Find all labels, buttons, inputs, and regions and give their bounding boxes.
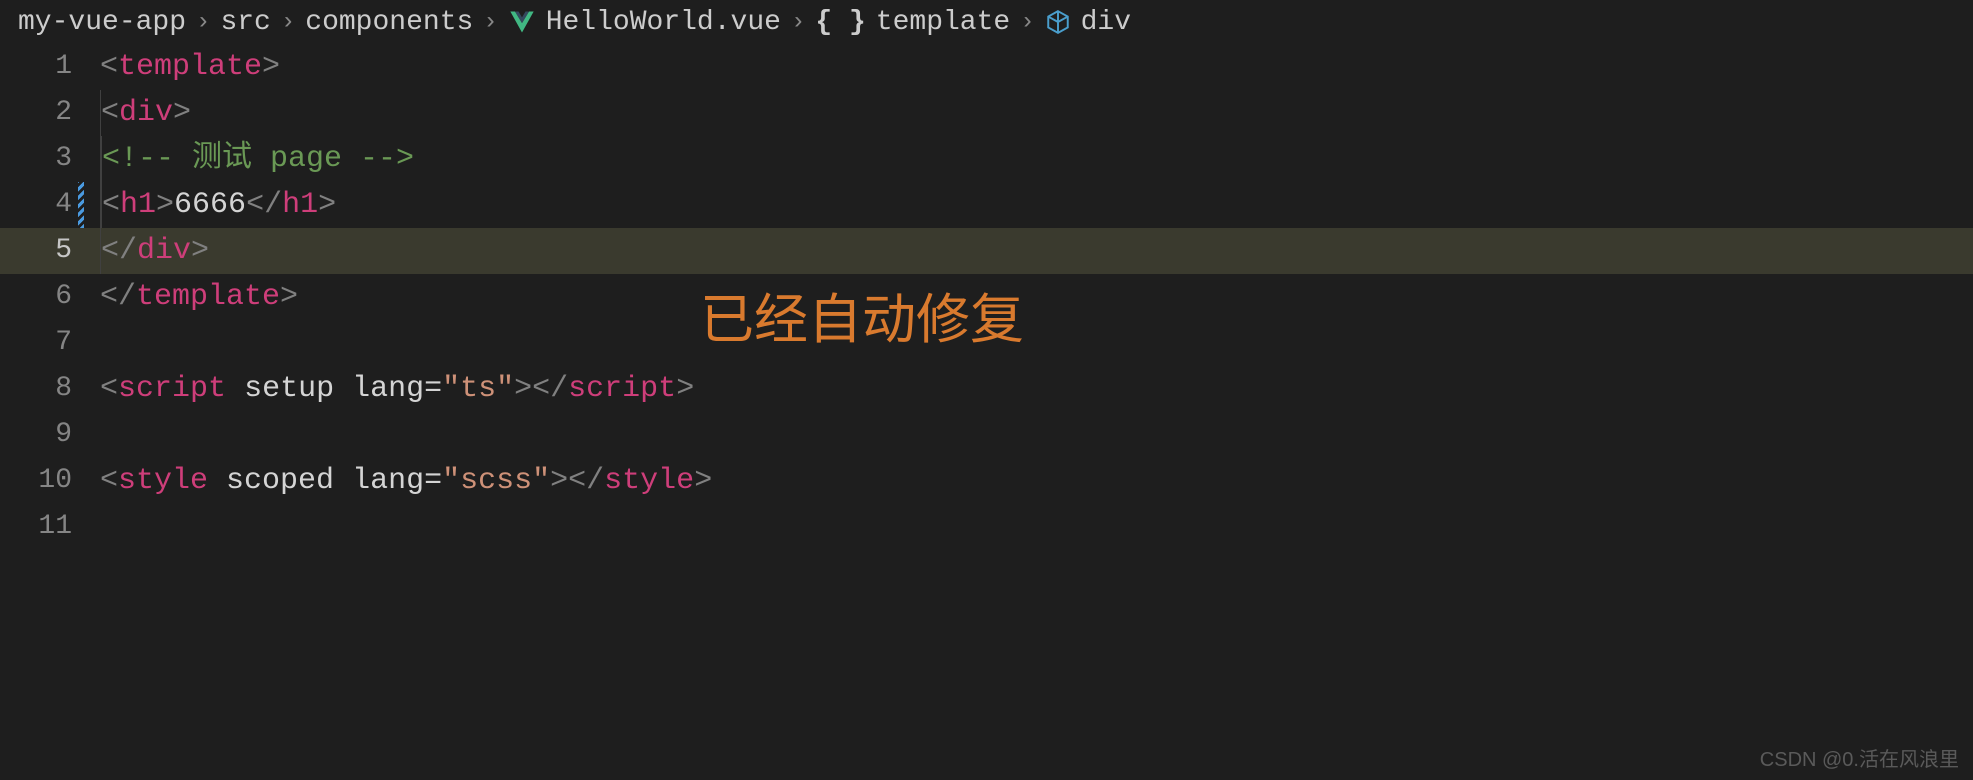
breadcrumb-item[interactable]: HelloWorld.vue (546, 7, 781, 38)
code-line-active[interactable]: 5 </div> (0, 228, 1973, 274)
line-number: 11 (0, 504, 100, 550)
chevron-right-icon: › (1020, 9, 1034, 36)
line-number: 5 (0, 228, 100, 274)
modified-indicator (78, 182, 84, 228)
code-content: <template> (100, 44, 280, 90)
code-content: <!-- 测试 page --> (100, 136, 414, 182)
code-line[interactable]: 3 <!-- 测试 page --> (0, 136, 1973, 182)
breadcrumb-item[interactable]: my-vue-app (18, 7, 186, 38)
code-content: </div> (100, 228, 209, 274)
code-line[interactable]: 4 <h1>6666</h1> (0, 182, 1973, 228)
line-number: 2 (0, 90, 100, 136)
line-number: 9 (0, 412, 100, 458)
line-number: 3 (0, 136, 100, 182)
watermark: CSDN @0.活在风浪里 (1760, 743, 1959, 772)
breadcrumb-item[interactable]: div (1081, 7, 1131, 38)
line-number: 1 (0, 44, 100, 90)
line-number: 4 (0, 182, 100, 228)
line-number: 8 (0, 366, 100, 412)
annotation-overlay: 已经自动修复 (700, 275, 1024, 354)
code-line[interactable]: 1 <template> (0, 44, 1973, 90)
vue-icon (508, 8, 536, 36)
chevron-right-icon: › (281, 9, 295, 36)
breadcrumb-item[interactable]: src (220, 7, 270, 38)
code-content: <div> (100, 90, 191, 136)
breadcrumb[interactable]: my-vue-app › src › components › HelloWor… (0, 0, 1973, 44)
code-content: <script setup lang="ts"></script> (100, 366, 694, 412)
breadcrumb-item[interactable]: components (305, 7, 473, 38)
code-line[interactable]: 11 (0, 504, 1973, 550)
cube-icon (1045, 9, 1071, 35)
code-line[interactable]: 9 (0, 412, 1973, 458)
code-line[interactable]: 10 <style scoped lang="scss"></style> (0, 458, 1973, 504)
line-number: 6 (0, 274, 100, 320)
code-content: <style scoped lang="scss"></style> (100, 458, 712, 504)
chevron-right-icon: › (483, 9, 497, 36)
code-line[interactable]: 2 <div> (0, 90, 1973, 136)
breadcrumb-item[interactable]: template (876, 7, 1010, 38)
code-line[interactable]: 8 <script setup lang="ts"></script> (0, 366, 1973, 412)
code-content: <h1>6666</h1> (100, 182, 336, 228)
line-number: 10 (0, 458, 100, 504)
braces-icon: { } (815, 7, 865, 38)
chevron-right-icon: › (196, 9, 210, 36)
line-number: 7 (0, 320, 100, 366)
code-content: </template> (100, 274, 298, 320)
chevron-right-icon: › (791, 9, 805, 36)
